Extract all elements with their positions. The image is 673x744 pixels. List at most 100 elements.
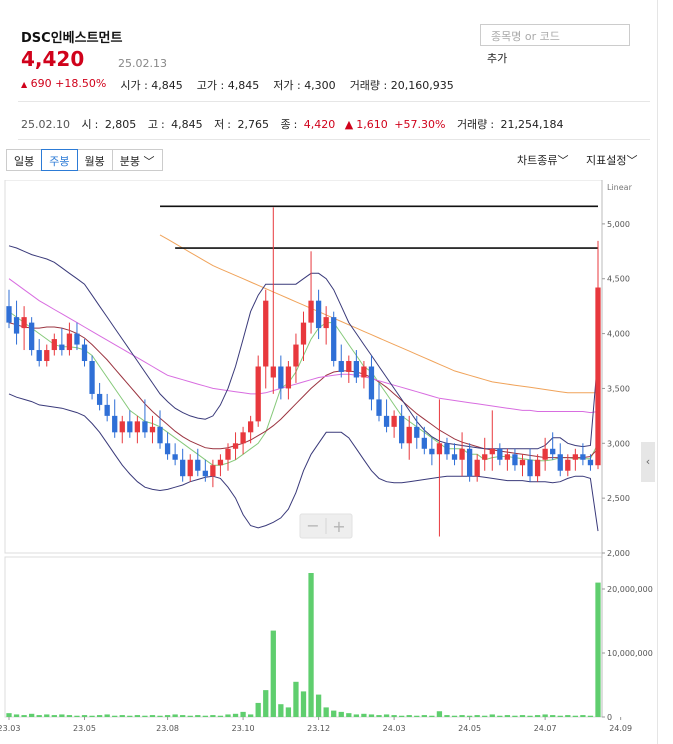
volume-bar: [550, 715, 556, 717]
candle-body: [44, 350, 50, 362]
candle-body: [164, 443, 171, 455]
side-panel-toggle[interactable]: ‹: [641, 442, 655, 482]
candle-body: [247, 421, 254, 433]
search-input[interactable]: 종목명 or 코드: [480, 24, 630, 46]
volume-bar: [210, 715, 216, 717]
volume-bar: [232, 713, 239, 717]
volume-bar: [270, 630, 276, 717]
candle-body: [534, 459, 541, 477]
candle-body: [429, 448, 435, 455]
up-triangle-icon: ▲: [21, 80, 28, 89]
divider: [18, 139, 650, 140]
zoom-in-icon[interactable]: +: [332, 517, 345, 536]
candle-body: [527, 459, 533, 477]
volume-bar: [112, 715, 118, 717]
candle-body: [293, 344, 299, 367]
volume-bar: [346, 713, 352, 717]
candle-body: [482, 454, 488, 460]
candle-body: [315, 300, 322, 329]
candle-body: [542, 448, 548, 460]
summary-row: ▲ 690 +18.50% 시가 : 4,845 고가 : 4,845 저가 :…: [21, 77, 454, 93]
volume-bar: [104, 714, 110, 717]
candle-body: [353, 361, 360, 378]
divider: [18, 101, 650, 102]
volume-bar: [278, 704, 284, 717]
volume-bar: [13, 714, 20, 717]
candle-body: [466, 448, 473, 477]
volume-bar: [202, 715, 208, 717]
right-border: [657, 0, 658, 744]
candle-body: [263, 300, 269, 367]
candle-body: [89, 361, 95, 394]
tab-minute[interactable]: 분봉 ﹀: [111, 149, 163, 171]
candle-body: [557, 454, 563, 471]
candle-body: [36, 350, 42, 362]
add-button[interactable]: 추가: [487, 50, 507, 66]
tab-monthly[interactable]: 월봉: [76, 149, 113, 171]
low-value: 저가 : 4,300: [273, 79, 336, 92]
candle-body: [195, 459, 201, 471]
candle-body: [346, 361, 352, 372]
candle-body: [436, 443, 443, 455]
volume-bar: [436, 711, 443, 717]
candle-body: [308, 300, 314, 323]
up-triangle-icon: ▲: [344, 118, 354, 131]
candle-body: [331, 317, 337, 362]
zoom-out-icon[interactable]: −: [306, 516, 319, 535]
candle-body: [225, 448, 231, 460]
candle-body: [474, 459, 480, 477]
tab-weekly[interactable]: 주봉: [41, 149, 78, 171]
volume-bar: [361, 713, 367, 717]
volume-bar: [482, 715, 488, 717]
volume-bar: [421, 715, 427, 717]
volume-bar: [225, 714, 231, 717]
volume-bar: [587, 715, 594, 717]
candle-body: [149, 426, 156, 433]
volume-bar: [164, 715, 171, 717]
candle-body: [142, 421, 148, 433]
candle-body: [81, 344, 88, 362]
candle-body: [29, 322, 35, 351]
volume-bar: [368, 714, 375, 717]
tab-daily[interactable]: 일봉: [6, 149, 43, 171]
candle-body: [338, 361, 344, 372]
candle-body: [414, 426, 420, 438]
volume-bar: [195, 715, 201, 717]
volume-bar: [534, 715, 541, 717]
volume-bar: [338, 711, 344, 717]
series-line-bb_lower: [8, 393, 599, 532]
volume-bar: [293, 681, 299, 717]
candle-body: [376, 399, 382, 416]
candle-body: [459, 448, 465, 460]
candle-body: [278, 366, 284, 389]
volume-bar: [81, 715, 88, 717]
candle-body: [444, 443, 450, 455]
candle-body: [66, 333, 73, 351]
volume-bar: [134, 715, 141, 717]
volume-bar: [512, 715, 518, 717]
volume-bar: [504, 715, 511, 717]
candle-body: [285, 366, 292, 389]
candle-body: [21, 317, 27, 329]
candle-body: [421, 437, 427, 449]
chevron-down-icon: ﹀: [557, 154, 569, 167]
volume-bar: [66, 715, 73, 717]
volume-bar: [474, 715, 480, 717]
volume-value: 거래량 : 20,160,935: [349, 79, 454, 92]
volume-bar: [21, 715, 27, 717]
open-value: 시가 : 4,845: [120, 79, 183, 92]
x-tick-label: 23.12: [307, 724, 330, 733]
candle-body: [323, 317, 329, 329]
price-tick-label: 2,000: [607, 549, 630, 558]
daily-info: 25.02.10 시: 2,805 고: 4,845 저: 2,765 종: 4…: [21, 118, 564, 131]
volume-bar: [323, 707, 329, 717]
stock-chart[interactable]: Linear 2,000 2,500 3,000 3,500 4,000 4,500 5,00…: [0, 180, 657, 744]
volume-bar: [255, 702, 261, 717]
candle-body: [399, 415, 405, 444]
indicator-dropdown[interactable]: 지표설정﹀: [586, 152, 637, 168]
chart-type-dropdown[interactable]: 차트종류﹀: [517, 152, 568, 168]
volume-bar: [466, 715, 473, 717]
high-value: 고가 : 4,845: [196, 79, 260, 92]
candle-body: [565, 459, 571, 471]
volume-bar: [96, 715, 103, 717]
